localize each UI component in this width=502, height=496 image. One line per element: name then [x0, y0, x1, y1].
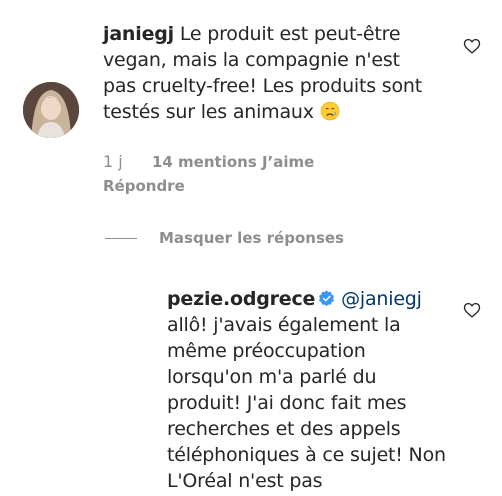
mention-link[interactable]: @janiegj	[341, 288, 422, 310]
disappointed-relieved-face-emoji	[320, 101, 340, 121]
comment-time[interactable]: 1 j	[103, 152, 123, 171]
hide-replies-toggle[interactable]: Masquer les réponses	[105, 228, 344, 248]
reply-username[interactable]: pezie.odgrece	[167, 288, 315, 310]
hide-replies-label[interactable]: Masquer les réponses	[159, 229, 344, 247]
heart-icon[interactable]	[463, 37, 481, 55]
reply-comment-text: pezie.odgrece @janiegj allô! j'avais éga…	[167, 286, 452, 494]
verified-badge-icon	[318, 288, 335, 307]
reply-body: allô! j'avais également la même préoccup…	[167, 314, 446, 492]
reply-button[interactable]: Répondre	[103, 176, 185, 196]
divider-line	[105, 237, 137, 239]
avatar[interactable]	[23, 82, 79, 138]
comment-meta: 1 j 14 mentions J’aime	[103, 152, 314, 172]
comment-username[interactable]: janiegj	[103, 23, 174, 45]
like-count[interactable]: 14 mentions J’aime	[152, 153, 314, 171]
heart-icon[interactable]	[463, 301, 481, 319]
comment-text: janiegj Le produit est peut-être vegan, …	[103, 21, 438, 125]
